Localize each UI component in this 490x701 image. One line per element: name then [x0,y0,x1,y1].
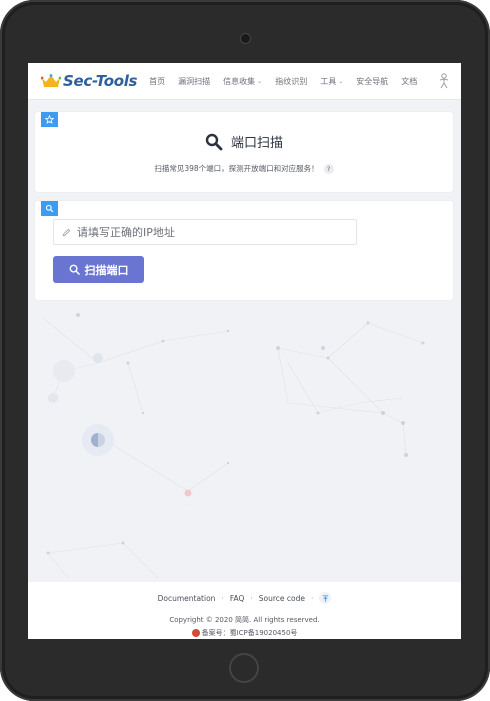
search-icon [205,133,223,150]
copyright-text: Copyright © 2020 简简. All rights reserved… [169,616,320,624]
arrow-up-icon [322,594,328,602]
nav-label: 安全导航 [356,76,389,86]
nav-item-home[interactable]: 首页 [149,76,165,87]
footer-link-documentation[interactable]: Documentation [158,594,216,603]
nav-item-fingerprint[interactable]: 指纹识别 [275,76,307,87]
page-heading: 端口扫描 [35,132,453,151]
page-description: 扫描常见398个端口，探测开放端口和对应服务！ ? [35,163,453,174]
camera-icon [240,33,251,44]
tablet-frame: Sec-Tools 首页 漏洞扫描 信息收集 ⌄ 指纹识别 工具 ⌄ 安全导航 文档 [0,0,490,701]
nav-item-info-gather[interactable]: 信息收集 ⌄ [223,76,262,87]
chevron-down-icon: ⌄ [338,77,344,85]
star-icon [45,115,54,124]
search-icon [45,204,54,213]
ip-address-input[interactable] [77,225,356,239]
footer-link-source-code[interactable]: Source code [259,594,305,603]
separator: · [250,593,253,603]
description-text: 扫描常见398个端口，探测开放端口和对应服务！ [154,164,319,173]
nav-item-vuln-scan[interactable]: 漏洞扫描 [178,76,210,87]
brand-logo[interactable]: Sec-Tools [41,72,137,90]
top-navbar: Sec-Tools 首页 漏洞扫描 信息收集 ⌄ 指纹识别 工具 ⌄ 安全导航 文档 [28,63,461,100]
nav-item-tools[interactable]: 工具 ⌄ [320,76,343,87]
user-figure-icon[interactable] [437,73,451,89]
beian-text: 备案号：蜀ICP备19020450号 [201,629,298,637]
nav-label: 信息收集 [223,76,256,86]
nav-label: 工具 [320,76,337,86]
footer-links: Documentation · FAQ · Source code · [28,592,461,604]
scan-button-label: 扫描端口 [84,263,129,277]
title-card: 端口扫描 扫描常见398个端口，探测开放端口和对应服务！ ? [35,112,453,192]
footer-link-faq[interactable]: FAQ [230,594,245,603]
separator: · [221,593,224,603]
nav-label: 文档 [401,76,418,86]
separator: · [310,593,314,603]
nav-label: 漏洞扫描 [178,76,211,86]
home-button[interactable] [229,653,259,683]
nav-label: 首页 [149,76,166,86]
network-background [42,313,425,579]
nav-item-docs[interactable]: 文档 [401,76,417,87]
nav-label: 指纹识别 [275,76,308,86]
page-footer: Documentation · FAQ · Source code · Copy… [28,582,461,639]
card-badge [41,201,58,216]
page-title: 端口扫描 [230,136,283,151]
back-to-top-icon[interactable] [319,592,332,604]
pencil-icon [62,228,71,236]
main-nav: 首页 漏洞扫描 信息收集 ⌄ 指纹识别 工具 ⌄ 安全导航 文档 [149,76,430,87]
nav-item-security-nav[interactable]: 安全导航 [356,76,388,87]
scan-ports-button[interactable]: 扫描端口 [53,256,144,283]
search-icon [69,264,80,275]
browser-screen: Sec-Tools 首页 漏洞扫描 信息收集 ⌄ 指纹识别 工具 ⌄ 安全导航 文档 [28,63,461,639]
police-badge-icon [191,629,200,637]
scan-form-card: 扫描端口 [35,201,453,300]
question-icon[interactable]: ? [323,163,334,174]
brand-name: Sec-Tools [63,72,138,90]
crown-icon [41,74,61,87]
ip-input-wrapper [53,219,357,245]
card-badge [41,112,58,127]
chevron-down-icon: ⌄ [257,77,263,85]
beian-info[interactable]: 备案号：蜀ICP备19020450号 [28,628,461,638]
